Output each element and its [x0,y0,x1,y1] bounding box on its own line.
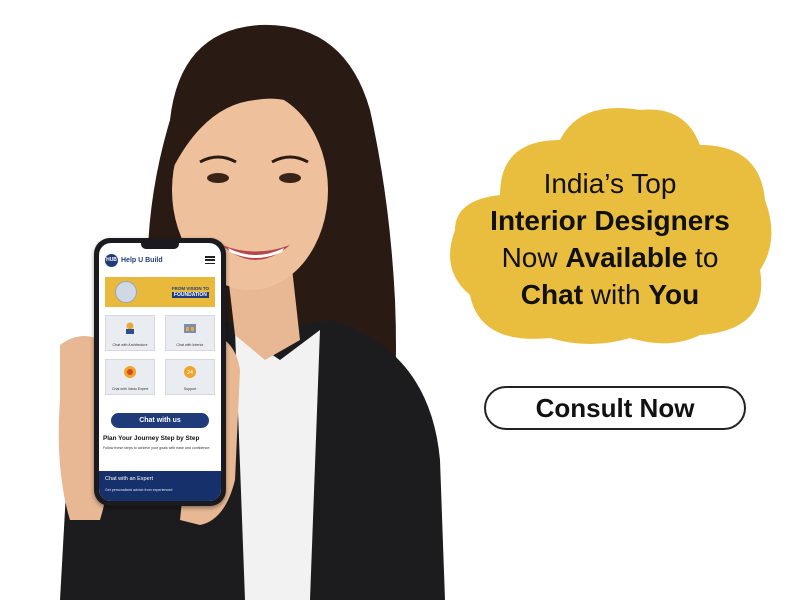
chat-with-us-button[interactable]: Chat with us [111,413,209,428]
vastu-icon [124,366,136,378]
hamburger-menu-icon[interactable] [205,256,215,264]
tile-label: Support [183,387,197,391]
phone-mockup: HUB Help U Build FROM VISION TO FOUNDATI… [94,238,226,506]
plan-text: Follow these steps to achieve your goals… [103,446,211,450]
promo-banner[interactable]: FROM VISION TO FOUNDATION [105,277,215,307]
phone-screen: HUB Help U Build FROM VISION TO FOUNDATI… [99,243,221,501]
expert-subtitle: Get personalized advice from experienced [105,488,173,492]
tile-support[interactable]: 24 Support [165,359,215,395]
architect-icon [126,322,134,334]
banner-line-1: FROM VISION TO [171,286,209,291]
headline-line-2: Interior Designers [490,205,730,236]
consult-now-button[interactable]: Consult Now [484,386,746,430]
headline-to: to [687,242,719,273]
app-header: HUB Help U Build [105,253,215,267]
tile-label: Chat with Architecture [112,343,148,347]
tile-chat-vastu[interactable]: Chat with Vastu Expert [105,359,155,395]
expert-title: Chat with an Expert [105,476,153,482]
headline-now: Now [501,242,566,273]
plan-title: Plan Your Journey Step by Step [103,435,200,442]
headline: India’s Top Interior Designers Now Avail… [455,165,765,313]
headline-with: with [583,279,649,310]
tile-label: Chat with Interior [176,343,204,347]
tile-chat-architecture[interactable]: Chat with Architecture [105,315,155,351]
headline-available: Available [565,242,688,273]
headline-line-1: India’s Top [543,168,677,199]
tile-chat-interior[interactable]: Chat with Interior [165,315,215,351]
brand-logo[interactable]: HUB [105,253,118,267]
support-icon: 24 [184,366,196,378]
tile-label: Chat with Vastu Expert [111,387,149,391]
headline-you: You [648,279,700,310]
brand-name: Help U Build [121,256,163,264]
blueprint-icon [115,281,137,303]
phone-notch [141,243,179,249]
interior-icon [184,324,196,333]
ad-canvas: India’s Top Interior Designers Now Avail… [0,0,800,600]
expert-card[interactable]: Chat with an Expert Get personalized adv… [99,471,221,501]
headline-chat: Chat [520,279,584,310]
banner-line-2: FOUNDATION [171,292,209,298]
svg-text:24: 24 [187,370,193,376]
